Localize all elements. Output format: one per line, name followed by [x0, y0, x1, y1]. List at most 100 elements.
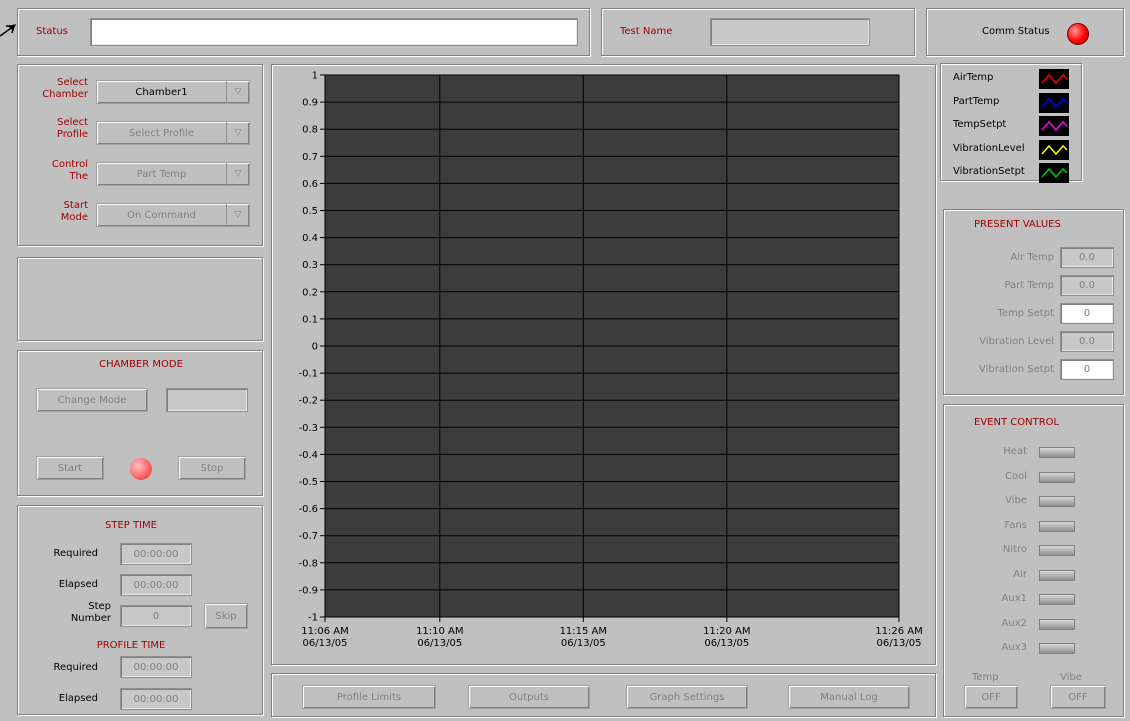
legend-swatch-icon: [1039, 69, 1069, 89]
test-name-label: Test Name: [620, 26, 673, 37]
temp-toggle-label: Temp: [972, 672, 999, 683]
chamber-dropdown[interactable]: Chamber1 ▽: [96, 80, 250, 104]
legend-item-label: PartTemp: [953, 95, 1000, 107]
event-indicator-aux2[interactable]: [1039, 618, 1075, 630]
step-required-label: Required: [53, 548, 98, 559]
legend-item: VibrationSetpt: [941, 162, 1081, 184]
chevron-down-icon: ▽: [226, 204, 249, 226]
step-number-label-line1: Step: [88, 601, 111, 612]
comm-status-panel: Comm Status: [926, 8, 1124, 56]
chamber-mode-panel: CHAMBER MODE Change Mode Start Stop: [17, 350, 263, 496]
change-mode-button[interactable]: Change Mode: [36, 388, 148, 412]
part-temp-field: 0.0: [1060, 275, 1114, 296]
graph-settings-button[interactable]: Graph Settings: [626, 685, 748, 709]
control-dropdown-value: Part Temp: [136, 168, 187, 180]
control-dropdown[interactable]: Part Temp ▽: [96, 162, 250, 186]
vibe-toggle-label: Vibe: [1060, 672, 1082, 683]
profile-dropdown[interactable]: Select Profile ▽: [96, 121, 250, 145]
y-tick-label: -0.6: [298, 504, 318, 515]
y-tick-label: -0.5: [298, 477, 318, 488]
temp-toggle-button[interactable]: OFF: [964, 685, 1018, 709]
y-tick-label: 0.6: [302, 179, 318, 190]
legend-item-label: TempSetpt: [953, 119, 1007, 130]
stop-button[interactable]: Stop: [178, 456, 246, 480]
event-indicator-aux3[interactable]: [1039, 643, 1075, 654]
event-indicator-vibe[interactable]: [1039, 496, 1075, 507]
selection-panel: Select Chamber Chamber1 ▽ Select Profile Se…: [17, 64, 263, 246]
select-chamber-label-line2: Chamber: [42, 89, 88, 100]
start-mode-label-line1: Start: [63, 200, 88, 211]
select-profile-label: Select Profile: [36, 117, 88, 141]
y-tick-label: 0.3: [302, 260, 318, 271]
profile-required-label: Required: [53, 662, 98, 673]
vibration-setpt-field[interactable]: 0: [1060, 359, 1114, 380]
event-indicator-fans[interactable]: [1039, 520, 1075, 532]
chart-legend: AirTemp PartTemp TempSetpt VibrationLevel Vi…: [940, 63, 1082, 184]
test-name-field: [710, 18, 870, 46]
step-number-label-line2: Number: [70, 613, 111, 624]
step-number-field: 0: [120, 605, 192, 627]
status-panel: Status: [17, 8, 590, 56]
profile-time-title: PROFILE TIME: [96, 640, 166, 651]
event-indicator-cool[interactable]: [1039, 471, 1075, 483]
event-label-air: Air: [1013, 568, 1027, 580]
event-label-aux2: Aux2: [1001, 617, 1027, 629]
start-button[interactable]: Start: [36, 456, 104, 480]
legend-swatch-icon: [1039, 92, 1069, 113]
mode-value-field: [166, 388, 248, 412]
profile-dropdown-value: Select Profile: [128, 127, 195, 139]
event-label-vibe: Vibe: [1005, 495, 1027, 506]
event-label-aux1: Aux1: [1001, 593, 1027, 604]
present-values-title: PRESENT VALUES: [974, 219, 1061, 230]
temp-setpt-field[interactable]: 0: [1060, 303, 1114, 324]
event-label-heat: Heat: [1003, 446, 1027, 457]
vibe-toggle-button[interactable]: OFF: [1050, 685, 1106, 709]
y-tick-label: 0.7: [302, 152, 318, 163]
control-the-label-line2: The: [69, 171, 88, 182]
x-tick-date-label: 06/13/05: [417, 638, 462, 649]
legend-item: VibrationLevel: [941, 139, 1081, 161]
profile-limits-button[interactable]: Profile Limits: [302, 685, 436, 709]
y-tick-label: 0: [312, 342, 318, 353]
event-indicator-aux1[interactable]: [1039, 594, 1075, 605]
legend-item: PartTemp: [941, 92, 1081, 114]
step-time-title: STEP TIME: [105, 520, 157, 531]
event-indicator-air[interactable]: [1039, 569, 1075, 581]
skip-button[interactable]: Skip: [204, 603, 248, 629]
event-label-nitro: Nitro: [1002, 544, 1027, 555]
x-tick-time-label: 11:20 AM: [703, 626, 750, 637]
step-required-field: 00:00:00: [120, 543, 192, 565]
event-label-aux3: Aux3: [1001, 642, 1027, 653]
x-tick-time-label: 11:15 AM: [560, 626, 607, 637]
status-field: [90, 18, 578, 46]
x-tick-time-label: 11:06 AM: [301, 626, 348, 637]
chart: 1 0.9 0.8 0.7 0.6 0.5 0.4 0.3 0.2 0.1 0 -0.1 -0.2 -0.…: [298, 71, 922, 650]
vibration-level-label: Vibration Level: [979, 336, 1054, 347]
profile-elapsed-field: 00:00:00: [120, 688, 192, 710]
step-elapsed-label: Elapsed: [58, 579, 98, 590]
legend-item: AirTemp: [941, 68, 1081, 90]
outputs-button[interactable]: Outputs: [468, 685, 590, 709]
event-label-fans: Fans: [1004, 519, 1027, 531]
y-tick-label: 0.4: [302, 233, 318, 244]
chamber-mode-title: CHAMBER MODE: [99, 359, 183, 370]
air-temp-label: Air Temp: [1010, 252, 1054, 263]
event-indicator-nitro[interactable]: [1039, 545, 1075, 556]
start-mode-label: Start Mode: [36, 200, 88, 224]
vibration-setpt-label: Vibration Setpt: [978, 364, 1054, 375]
select-profile-label-line2: Profile: [56, 129, 88, 140]
chevron-down-icon: ▽: [226, 81, 249, 103]
y-tick-label: -0.8: [298, 558, 318, 569]
y-tick-label: -1: [308, 613, 318, 624]
start-mode-label-line2: Mode: [60, 212, 88, 223]
pointer-arrow-icon: [0, 20, 20, 40]
start-mode-dropdown[interactable]: On Command ▽: [96, 203, 250, 227]
event-indicator-heat[interactable]: [1039, 447, 1075, 458]
profile-required-field: 00:00:00: [120, 656, 192, 678]
y-tick-label: -0.3: [298, 423, 318, 434]
chevron-down-icon: ▽: [226, 122, 249, 144]
y-tick-label: -0.2: [298, 396, 318, 407]
legend-swatch-icon: [1039, 163, 1069, 183]
manual-log-button[interactable]: Manual Log: [788, 685, 910, 709]
y-tick-label: 0.1: [302, 314, 318, 325]
